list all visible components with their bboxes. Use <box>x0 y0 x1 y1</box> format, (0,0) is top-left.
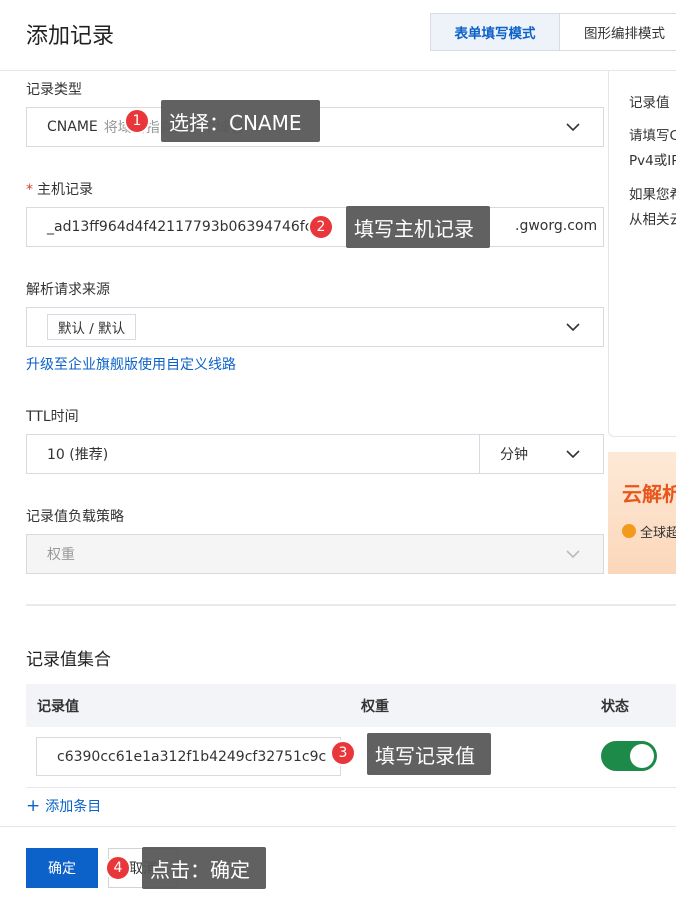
step-callout: 选择：CNAME <box>161 100 320 142</box>
mode-switch: 表单填写模式 图形编排模式 <box>430 13 676 51</box>
resolve-source-label: 解析请求来源 <box>26 282 110 298</box>
chevron-down-icon <box>565 446 581 462</box>
chevron-down-icon <box>565 319 581 335</box>
ttl-value: 10 (推荐) <box>47 447 109 463</box>
help-text: 如果您希 <box>629 187 676 203</box>
resolve-source-select[interactable]: 默认 / 默认 <box>26 307 604 347</box>
chevron-down-icon <box>565 546 581 562</box>
promo-banner[interactable]: 云解析 全球超 <box>608 452 676 574</box>
promo-title: 云解析 <box>622 482 676 506</box>
row-divider <box>26 787 676 788</box>
add-item-label: 添加条目 <box>45 799 102 815</box>
upgrade-link[interactable]: 升级至企业旗舰版使用自定义线路 <box>26 354 236 374</box>
tab-form-mode[interactable]: 表单填写模式 <box>431 14 560 50</box>
step-badge: 4 <box>105 855 131 881</box>
record-value-input[interactable]: c6390cc61e1a312f1b4249cf32751c9c.48 <box>36 737 341 776</box>
help-panel: 记录值 请填写C Pv4或IP 如果您希 从相关云 <box>608 71 676 437</box>
column-header-status: 状态 <box>601 699 629 715</box>
column-header-value: 记录值 <box>37 699 79 715</box>
step-callout: 填写主机记录 <box>346 206 490 248</box>
load-strategy-value: 权重 <box>47 547 75 563</box>
ttl-label: TTL时间 <box>26 409 79 425</box>
section-divider <box>26 604 676 606</box>
tab-graph-mode[interactable]: 图形编排模式 <box>560 14 676 50</box>
step-badge: 1 <box>124 108 150 134</box>
help-title: 记录值 <box>629 95 670 111</box>
promo-subtitle: 全球超 <box>640 526 676 541</box>
page-title: 添加记录 <box>26 24 115 49</box>
toggle-knob <box>630 744 654 768</box>
record-type-label: 记录类型 <box>26 82 82 98</box>
step-badge: 2 <box>308 214 334 240</box>
step-callout: 填写记录值 <box>367 733 491 775</box>
required-mark: * <box>26 182 33 198</box>
help-text: 请填写C <box>629 128 676 144</box>
step-badge: 3 <box>330 740 356 766</box>
load-strategy-select: 权重 <box>26 534 604 574</box>
check-icon <box>622 524 636 538</box>
help-text: Pv4或IP <box>629 153 676 169</box>
ttl-select[interactable]: 10 (推荐) <box>26 434 480 474</box>
host-record-label-text: 主机记录 <box>37 182 93 198</box>
ttl-unit-value: 分钟 <box>500 447 528 463</box>
plus-icon: + <box>26 796 41 816</box>
table-header: 记录值 权重 状态 <box>26 684 676 727</box>
load-strategy-label: 记录值负载策略 <box>26 509 124 525</box>
step-callout: 点击：确定 <box>142 847 266 889</box>
add-item-link[interactable]: + 添加条目 <box>26 796 101 816</box>
record-value-text: c6390cc61e1a312f1b4249cf32751c9c.48 <box>57 748 327 765</box>
host-record-label: * 主机记录 <box>26 179 93 199</box>
resolve-source-tag: 默认 / 默认 <box>47 314 137 340</box>
help-text: 从相关云 <box>629 212 676 228</box>
record-type-value: CNAME <box>47 119 98 135</box>
record-set-title: 记录值集合 <box>26 650 111 670</box>
column-header-weight: 权重 <box>361 699 389 715</box>
status-toggle[interactable] <box>601 741 657 771</box>
header-divider <box>0 70 676 71</box>
ttl-unit-select[interactable]: 分钟 <box>479 434 604 474</box>
confirm-button[interactable]: 确定 <box>26 848 98 888</box>
footer-divider <box>0 826 676 827</box>
chevron-down-icon <box>565 119 581 135</box>
domain-suffix: .gworg.com <box>515 218 598 234</box>
